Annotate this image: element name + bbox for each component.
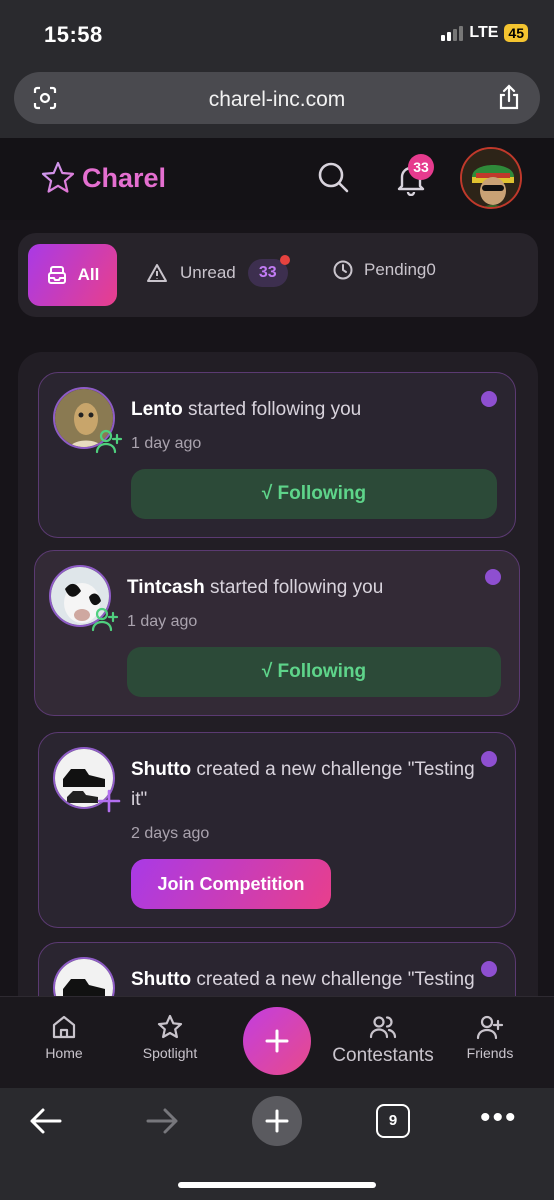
status-time: 15:58 [44, 22, 103, 47]
profile-avatar[interactable] [460, 147, 522, 209]
more-options-icon[interactable]: ••• [480, 1103, 518, 1133]
notification-item[interactable]: Tintcash started following you 1 day ago… [34, 550, 520, 716]
create-button[interactable] [243, 1007, 311, 1075]
tab-switcher-button[interactable]: 9 [376, 1104, 410, 1138]
signal-icon [441, 25, 464, 41]
user-plus-icon [476, 1015, 504, 1040]
user-plus-icon [91, 607, 119, 632]
browser-toolbar: charel-inc.com [0, 64, 554, 138]
app-container: Charel 33 All Unread 33 Pending0 Lento s… [0, 138, 554, 996]
plus-icon [265, 1029, 289, 1053]
notification-user[interactable]: Lento [131, 399, 183, 420]
notification-user[interactable]: Shutto [131, 759, 191, 780]
notification-action: started following you [204, 577, 384, 598]
notification-text: Tintcash started following you [127, 573, 489, 603]
user-avatar[interactable] [53, 957, 115, 996]
unread-indicator [481, 391, 497, 407]
notification-item[interactable]: Lento started following you 1 day ago √ … [38, 372, 516, 538]
unread-count: 33 [258, 264, 277, 281]
back-arrow-icon[interactable] [28, 1104, 64, 1138]
notification-text: Lento started following you [131, 395, 485, 425]
notification-time: 1 day ago [131, 435, 202, 452]
notification-text: Shutto created a new challenge "Testing … [131, 755, 485, 815]
notification-count-badge: 33 [408, 154, 434, 180]
notification-text: Shutto created a new challenge "Testing [131, 965, 485, 995]
home-indicator [178, 1182, 376, 1188]
nav-friends[interactable]: Friends [440, 1013, 540, 1061]
tab-unread-label: Unread [180, 263, 236, 282]
notification-item[interactable]: Shutto created a new challenge "Testing … [38, 732, 516, 928]
join-competition-button[interactable]: Join Competition [131, 859, 331, 909]
network-label: LTE [469, 24, 499, 41]
new-tab-button[interactable] [252, 1096, 302, 1146]
browser-bottom-toolbar: 9 ••• [0, 1088, 554, 1200]
unread-count-badge: 33 [247, 255, 290, 287]
star-icon [157, 1014, 183, 1039]
clock-icon [333, 260, 353, 280]
logo[interactable]: Charel [40, 160, 166, 196]
nav-home[interactable]: Home [14, 1013, 114, 1061]
following-button[interactable]: √ Following [127, 647, 501, 697]
status-indicators: LTE 45 [441, 24, 528, 42]
brand-name: Charel [82, 162, 167, 193]
star-logo-icon [41, 161, 75, 193]
notification-action: created a new challenge "Testing [191, 969, 475, 990]
forward-arrow-icon[interactable] [144, 1104, 180, 1138]
inbox-icon [47, 266, 66, 284]
nav-contestants[interactable]: Contestants [322, 1013, 444, 1067]
status-bar: 15:58 LTE 45 [0, 0, 554, 64]
tab-pending[interactable]: Pending0 [332, 259, 436, 281]
bottom-navigation: Home Spotlight Contestants Friends [0, 996, 554, 1088]
notification-time: 2 days ago [131, 825, 210, 842]
search-icon[interactable] [316, 160, 350, 194]
nav-contestants-label: Contestants [332, 1045, 434, 1066]
address-bar[interactable]: charel-inc.com [14, 72, 540, 124]
tab-all[interactable]: All [28, 244, 117, 306]
battery-indicator: 45 [504, 24, 528, 42]
notification-user[interactable]: Tintcash [127, 577, 205, 598]
notification-user[interactable]: Shutto [131, 969, 191, 990]
notification-list: Lento started following you 1 day ago √ … [18, 352, 538, 996]
unread-dot [279, 255, 290, 265]
home-icon [52, 1015, 76, 1039]
url-text[interactable]: charel-inc.com [14, 88, 540, 112]
notification-item[interactable]: Shutto created a new challenge "Testing [38, 942, 516, 996]
tab-all-label: All [77, 265, 100, 284]
nav-spotlight-label: Spotlight [142, 1045, 198, 1061]
unread-indicator [481, 961, 497, 977]
unread-indicator [481, 751, 497, 767]
nav-spotlight[interactable]: Spotlight [120, 1013, 220, 1061]
app-header: Charel 33 [0, 138, 554, 220]
warning-icon [147, 264, 167, 282]
notification-action: started following you [182, 399, 362, 420]
plus-icon [265, 1109, 289, 1133]
user-plus-icon [95, 429, 123, 454]
unread-indicator [485, 569, 501, 585]
notification-filter-tabs: All Unread 33 Pending0 [18, 233, 538, 317]
tab-pending-label: Pending0 [364, 260, 436, 279]
users-icon [369, 1016, 397, 1039]
following-button[interactable]: √ Following [131, 469, 497, 519]
nav-home-label: Home [45, 1045, 83, 1061]
nav-friends-label: Friends [466, 1045, 514, 1061]
notification-time: 1 day ago [127, 613, 198, 630]
plus-icon [97, 789, 121, 813]
tab-unread[interactable]: Unread 33 [146, 255, 290, 287]
share-icon[interactable] [496, 83, 522, 111]
